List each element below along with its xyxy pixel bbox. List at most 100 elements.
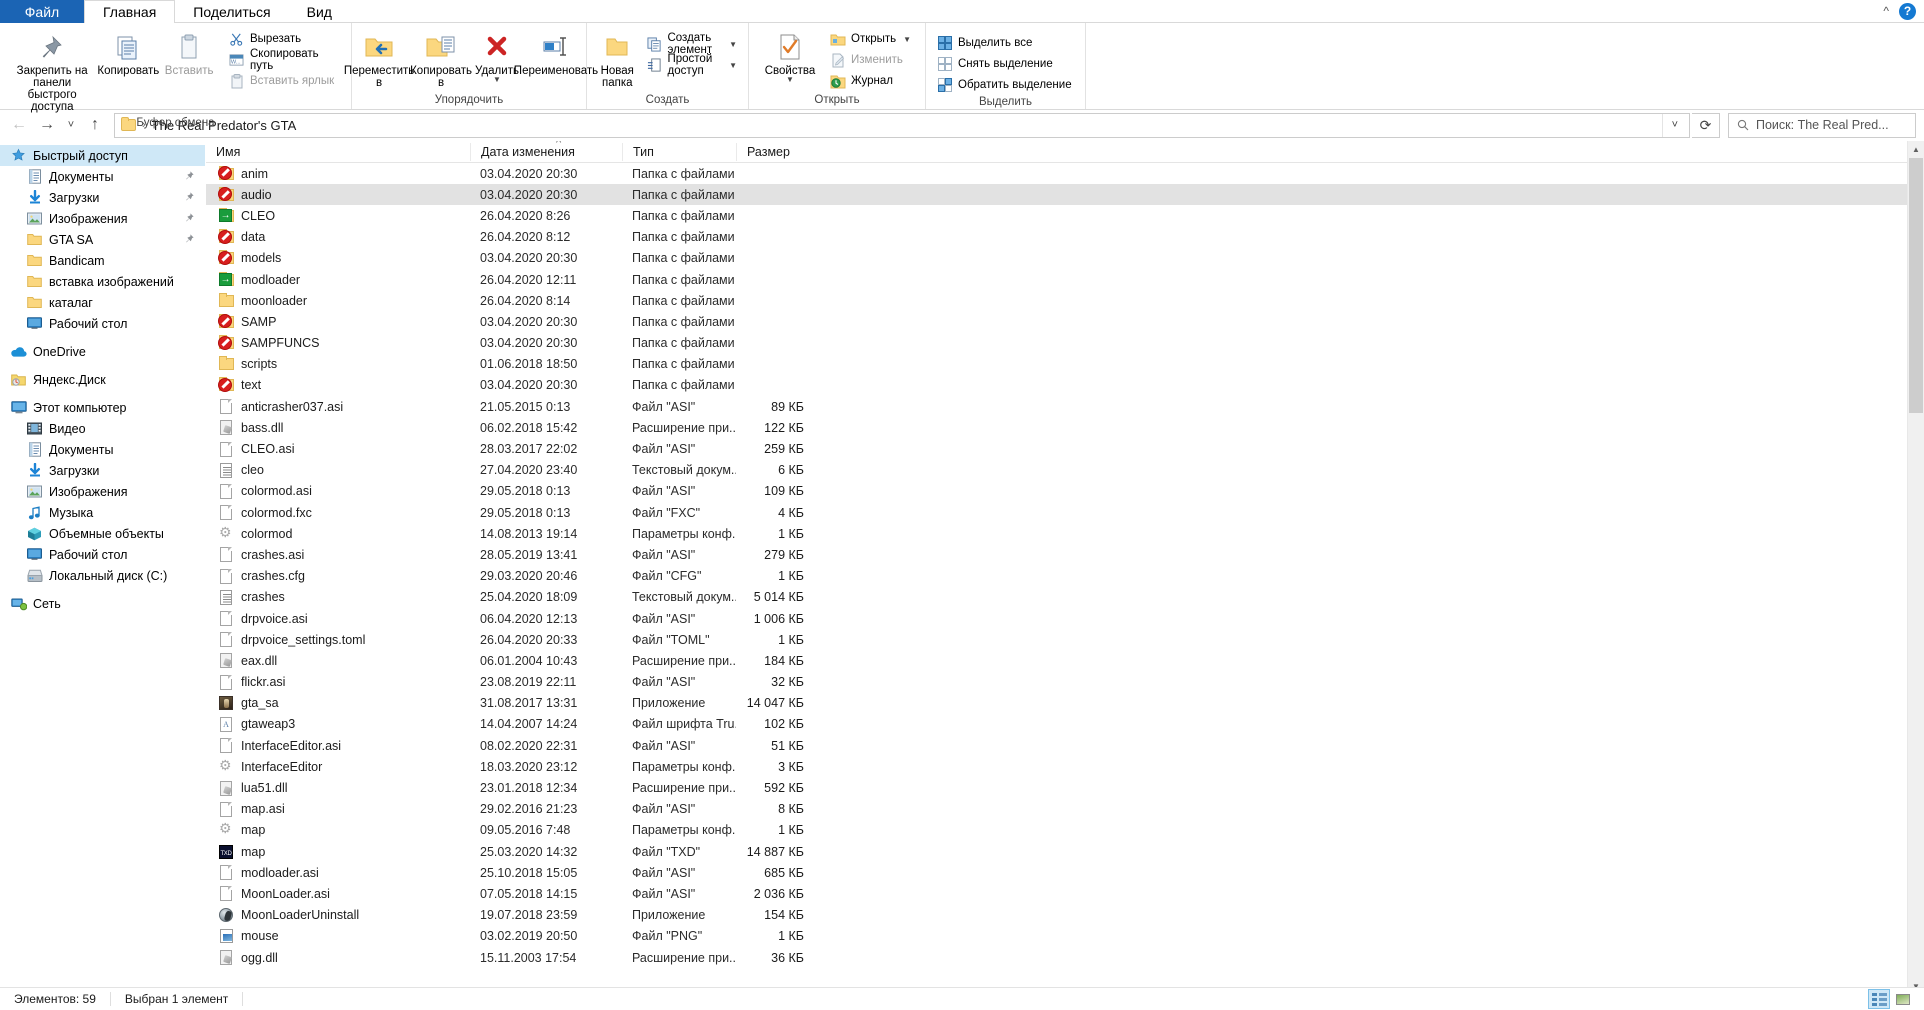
column-header-date[interactable]: Дата изменения [470,142,622,161]
move-to-button[interactable]: Переместить в [344,28,414,91]
file-row[interactable]: eax.dll 06.01.2004 10:43 Расширение при...… [206,650,1924,671]
file-row[interactable]: flickr.asi 23.08.2019 22:11 Файл "ASI" 32 К… [206,672,1924,693]
file-row[interactable]: crashes.asi 28.05.2019 13:41 Файл "ASI" 279… [206,544,1924,565]
help-icon[interactable]: ? [1899,2,1916,20]
file-row[interactable]: gta_sa 31.08.2017 13:31 Приложение 14 047 К… [206,693,1924,714]
sidebar-item-сеть[interactable]: Сеть [0,593,205,614]
sidebar-item-быстрый-доступ[interactable]: Быстрый доступ [0,145,205,166]
scroll-up-arrow-icon[interactable]: ▲ [1908,141,1924,158]
sidebar-item-изображения[interactable]: Изображения [0,208,205,229]
file-row[interactable]: anim 03.04.2020 20:30 Папка с файлами [206,163,1924,184]
file-row[interactable]: scripts 01.06.2018 18:50 Папка с файлами [206,354,1924,375]
thumbnail-view-button[interactable] [1892,989,1914,1009]
file-row[interactable]: drpvoice_settings.toml 26.04.2020 20:33 Фа… [206,629,1924,650]
file-row[interactable]: InterfaceEditor 18.03.2020 23:12 Параметры… [206,756,1924,777]
file-row[interactable]: cleo 27.04.2020 23:40 Текстовый докум... 6 … [206,460,1924,481]
properties-button[interactable]: Свойства ▼ [757,28,823,85]
vertical-scrollbar[interactable]: ▲ ▼ [1907,141,1924,995]
pin-to-quick-access-button[interactable]: Закрепить на панели быстрого доступа [8,28,96,115]
file-rows-container[interactable]: anim 03.04.2020 20:30 Папка с файлами audio… [206,163,1924,968]
tab-share[interactable]: Поделиться [175,0,288,23]
path-dropdown-icon[interactable]: ˅ [1661,113,1687,137]
file-row[interactable]: CLEO.asi 28.03.2017 22:02 Файл "ASI" 259 КБ [206,438,1924,459]
file-row[interactable]: map.asi 29.02.2016 21:23 Файл "ASI" 8 КБ [206,799,1924,820]
sidebar-item-документы[interactable]: Документы [0,439,205,460]
file-row[interactable]: text 03.04.2020 20:30 Папка с файлами [206,375,1924,396]
copy-button[interactable]: Копировать [97,28,159,79]
pin-icon[interactable] [184,191,195,205]
sidebar-item-объемные-объекты[interactable]: Объемные объекты [0,523,205,544]
sidebar-item-onedrive[interactable]: OneDrive [0,341,205,362]
file-row[interactable]: models 03.04.2020 20:30 Папка с файлами [206,248,1924,269]
column-header-size[interactable]: Размер [736,142,818,161]
file-row[interactable]: mouse 03.02.2019 20:50 Файл "PNG" 1 КБ [206,926,1924,947]
pin-icon[interactable] [184,233,195,247]
chevron-up-icon[interactable]: ^ [1883,4,1889,18]
history-button[interactable]: Журнал [827,72,914,90]
file-row[interactable]: anticrasher037.asi 21.05.2015 0:13 Файл "A… [206,396,1924,417]
file-row[interactable]: MoonLoaderUninstall 19.07.2018 23:59 Прило… [206,905,1924,926]
file-row[interactable]: lua51.dll 23.01.2018 12:34 Расширение при.… [206,777,1924,798]
properties-dropdown-caret-icon[interactable]: ▼ [786,76,794,84]
file-row[interactable]: → CLEO 26.04.2020 8:26 Папка с файлами [206,205,1924,226]
file-row[interactable]: → modloader 26.04.2020 12:11 Папка с файлам… [206,269,1924,290]
file-row[interactable]: bass.dll 06.02.2018 15:42 Расширение при..… [206,417,1924,438]
file-row[interactable]: SAMPFUNCS 03.04.2020 20:30 Папка с файлами [206,333,1924,354]
new-item-dropdown-caret-icon[interactable]: ▼ [729,40,737,49]
sidebar-item-яндекс-диск[interactable]: Яндекс.Диск [0,369,205,390]
file-row[interactable]: InterfaceEditor.asi 08.02.2020 22:31 Файл … [206,735,1924,756]
sidebar-item-загрузки[interactable]: Загрузки [0,460,205,481]
open-dropdown-caret-icon[interactable]: ▼ [903,35,911,44]
paste-shortcut-button[interactable]: Вставить ярлык [226,72,343,90]
sidebar-item-документы[interactable]: Документы [0,166,205,187]
tab-home[interactable]: Главная [84,0,176,23]
file-row[interactable]: modloader.asi 25.10.2018 15:05 Файл "ASI" 6… [206,862,1924,883]
refresh-button[interactable]: ⟳ [1692,112,1720,138]
sidebar-item-локальный-диск-c[interactable]: Локальный диск (C:) [0,565,205,586]
file-row[interactable]: moonloader 26.04.2020 8:14 Папка с файлами [206,290,1924,311]
new-item-button[interactable]: Создать элемент ▼ [643,32,740,56]
select-all-button[interactable]: Выделить все [934,34,1075,52]
sidebar-item-вставка-изображений[interactable]: вставка изображений [0,271,205,292]
file-row[interactable]: SAMP 03.04.2020 20:30 Папка с файлами [206,311,1924,332]
sidebar-item-изображения[interactable]: Изображения [0,481,205,502]
tab-view[interactable]: Вид [289,0,350,23]
sidebar-item-рабочий-стол[interactable]: Рабочий стол [0,313,205,334]
delete-dropdown-caret-icon[interactable]: ▼ [493,76,501,84]
invert-selection-button[interactable]: Обратить выделение [934,76,1075,94]
pin-icon[interactable] [184,170,195,184]
easy-access-dropdown-caret-icon[interactable]: ▼ [729,61,737,70]
sidebar-item-музыка[interactable]: Музыка [0,502,205,523]
scrollbar-thumb[interactable] [1909,158,1923,413]
file-row[interactable]: ogg.dll 15.11.2003 17:54 Расширение при...… [206,947,1924,968]
new-folder-button[interactable]: Новая папка [595,28,639,91]
open-button[interactable]: Открыть ▼ [827,30,914,48]
file-row[interactable]: MoonLoader.asi 07.05.2018 14:15 Файл "ASI"… [206,883,1924,904]
file-row[interactable]: colormod 14.08.2013 19:14 Параметры конф..… [206,523,1924,544]
file-row[interactable]: crashes.cfg 29.03.2020 20:46 Файл "CFG" 1 К… [206,566,1924,587]
file-row[interactable]: colormod.asi 29.05.2018 0:13 Файл "ASI" 109… [206,481,1924,502]
sidebar-item-рабочий-стол[interactable]: Рабочий стол [0,544,205,565]
rename-button[interactable]: Переименовать [514,28,598,79]
search-box[interactable]: Поиск: The Real Pred... [1728,112,1916,138]
pin-icon[interactable] [184,212,195,226]
sidebar-item-bandicam[interactable]: Bandicam [0,250,205,271]
cut-button[interactable]: Вырезать [226,30,343,48]
sidebar-item-этот-компьютер[interactable]: Этот компьютер [0,397,205,418]
sidebar-item-видео[interactable]: Видео [0,418,205,439]
sidebar-item-загрузки[interactable]: Загрузки [0,187,205,208]
paste-button[interactable]: Вставить [160,28,218,79]
file-row[interactable]: audio 03.04.2020 20:30 Папка с файлами [206,184,1924,206]
sidebar-item-каталаг[interactable]: каталаг [0,292,205,313]
file-row[interactable]: TXD map 25.03.2020 14:32 Файл "TXD" 14 887 К… [206,841,1924,862]
column-header-name[interactable]: Имя [206,143,470,161]
file-row[interactable]: data 26.04.2020 8:12 Папка с файлами [206,227,1924,248]
navigation-pane[interactable]: Быстрый доступ Документы Загрузки Изображен… [0,141,206,995]
details-view-button[interactable] [1868,989,1890,1009]
file-row[interactable]: colormod.fxc 29.05.2018 0:13 Файл "FXC" 4 К… [206,502,1924,523]
select-none-button[interactable]: Снять выделение [934,55,1075,73]
file-row[interactable]: crashes 25.04.2020 18:09 Текстовый докум..… [206,587,1924,608]
copy-path-button[interactable]: W... Скопировать путь [226,48,343,72]
file-row[interactable]: map 09.05.2016 7:48 Параметры конф... 1 КБ [206,820,1924,841]
column-header-type[interactable]: Тип [622,142,736,161]
